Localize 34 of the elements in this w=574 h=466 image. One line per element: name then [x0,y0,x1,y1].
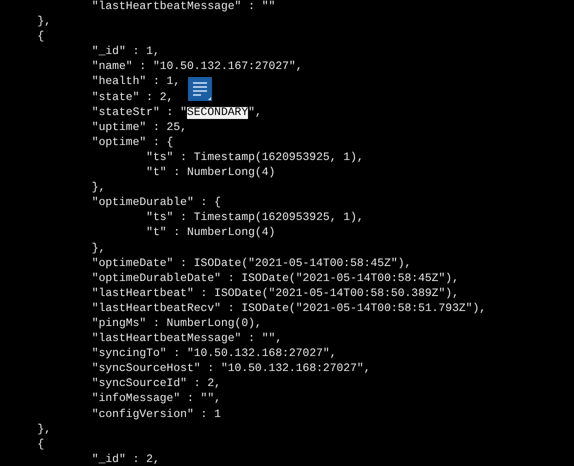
terminal-line: "lastHeartbeatMessage" : "", [90,333,282,346]
terminal-line: "optimeDurable" : { [90,197,221,210]
terminal-line: ", [248,106,262,119]
terminal-line: "optimeDurableDate" : ISODate("2021-05-14T00:58:45Z"), [90,272,459,285]
terminal-line: "optimeDate" : ISODate("2021-05-14T00:58:45Z"), [90,258,412,270]
terminal-line: "ts" : Timestamp(1620953925, 1), [145,212,364,224]
terminal-line: "lastHeartbeatRecv" : ISODate("2021-05-14T00:58:51.793Z"), [90,302,486,315]
terminal-line: "configVersion" : 1 [90,408,221,421]
terminal-line: "syncingTo" : "10.50.132.168:27027", [90,348,337,360]
terminal-line: }, [90,182,106,194]
terminal-line: "t" : NumberLong(4) [145,227,276,240]
terminal-line: "stateStr" : " [90,106,187,119]
terminal-line: "lastHeartbeatMessage" : "" [90,1,276,13]
terminal-line: }, [36,424,51,436]
terminal-line: "name" : "10.50.132.167:27027", [90,61,303,74]
terminal-line: "ts" : Timestamp(1620953925, 1), [145,152,364,164]
terminal-line: "state" : 2, [90,92,174,104]
terminal-line: "syncSourceHost" : "10.50.132.168:27027", [90,363,370,376]
terminal-line: { [36,438,44,451]
terminal-line: { [36,31,44,44]
selected-text: SECONDARY [186,106,248,119]
terminal-line: "pingMs" : NumberLong(0), [90,318,262,330]
terminal-line: "t" : NumberLong(4) [145,167,276,180]
terminal-line: "optime" : { [90,136,174,149]
terminal-line: }, [90,242,106,254]
terminal-line: "_id" : 2, [90,454,160,466]
terminal-line: "health" : 1, [90,76,180,88]
document-icon[interactable] [188,77,212,101]
terminal-line: "lastHeartbeat" : ISODate("2021-05-14T00:58:50.389Z"), [90,288,459,300]
terminal-line: "_id" : 1, [90,46,160,58]
terminal-line: "infoMessage" : "", [90,393,221,406]
terminal-line: "uptime" : 25, [90,122,187,134]
terminal-line: }, [36,16,51,28]
terminal-line: "syncSourceId" : 2, [90,378,221,390]
